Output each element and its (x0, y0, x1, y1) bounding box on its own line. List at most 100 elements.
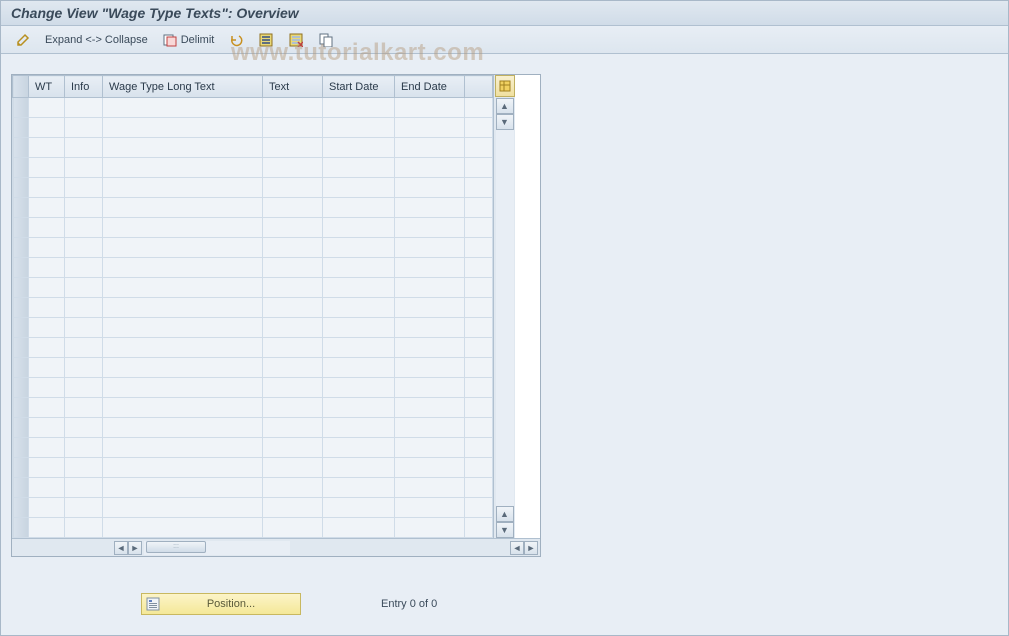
cell-start-date[interactable] (323, 198, 395, 218)
table-row[interactable] (13, 398, 493, 418)
hscroll-left-end-button[interactable]: ◄ (510, 541, 524, 555)
cell-start-date[interactable] (323, 238, 395, 258)
cell-info[interactable] (65, 438, 103, 458)
table-row[interactable] (13, 458, 493, 478)
cell-wt[interactable] (29, 138, 65, 158)
cell-end-date[interactable] (395, 478, 465, 498)
row-selector[interactable] (13, 238, 29, 258)
row-selector[interactable] (13, 518, 29, 538)
cell-end-date[interactable] (395, 338, 465, 358)
cell-end-date[interactable] (395, 398, 465, 418)
cell-long-text[interactable] (103, 478, 263, 498)
cell-wt[interactable] (29, 158, 65, 178)
cell-wt[interactable] (29, 198, 65, 218)
cell-long-text[interactable] (103, 418, 263, 438)
cell-text[interactable] (263, 318, 323, 338)
cell-wt[interactable] (29, 338, 65, 358)
cell-long-text[interactable] (103, 318, 263, 338)
cell-end-date[interactable] (395, 198, 465, 218)
cell-text[interactable] (263, 358, 323, 378)
row-selector[interactable] (13, 438, 29, 458)
row-selector[interactable] (13, 318, 29, 338)
cell-end-date[interactable] (395, 438, 465, 458)
table-row[interactable] (13, 178, 493, 198)
cell-end-date[interactable] (395, 238, 465, 258)
cell-info[interactable] (65, 518, 103, 538)
col-long-text[interactable]: Wage Type Long Text (103, 76, 263, 98)
cell-text[interactable] (263, 398, 323, 418)
cell-start-date[interactable] (323, 98, 395, 118)
cell-text[interactable] (263, 458, 323, 478)
cell-info[interactable] (65, 378, 103, 398)
table-row[interactable] (13, 238, 493, 258)
cell-start-date[interactable] (323, 158, 395, 178)
cell-wt[interactable] (29, 298, 65, 318)
row-selector[interactable] (13, 258, 29, 278)
cell-long-text[interactable] (103, 298, 263, 318)
delimit-button[interactable]: Delimit (158, 30, 219, 50)
cell-info[interactable] (65, 218, 103, 238)
select-all-button[interactable] (254, 30, 278, 50)
cell-long-text[interactable] (103, 138, 263, 158)
cell-end-date[interactable] (395, 358, 465, 378)
cell-end-date[interactable] (395, 178, 465, 198)
row-selector[interactable] (13, 378, 29, 398)
table-row[interactable] (13, 278, 493, 298)
cell-end-date[interactable] (395, 498, 465, 518)
hscroll-thumb[interactable]: ::: (146, 541, 206, 553)
cell-start-date[interactable] (323, 378, 395, 398)
col-wt[interactable]: WT (29, 76, 65, 98)
cell-text[interactable] (263, 278, 323, 298)
table-row[interactable] (13, 418, 493, 438)
copy-button[interactable] (314, 30, 338, 50)
cell-wt[interactable] (29, 398, 65, 418)
col-end-date[interactable]: End Date (395, 76, 465, 98)
cell-wt[interactable] (29, 218, 65, 238)
cell-long-text[interactable] (103, 458, 263, 478)
hscroll-right-end-button[interactable]: ► (524, 541, 538, 555)
table-row[interactable] (13, 378, 493, 398)
cell-end-date[interactable] (395, 118, 465, 138)
cell-long-text[interactable] (103, 98, 263, 118)
cell-wt[interactable] (29, 118, 65, 138)
cell-text[interactable] (263, 118, 323, 138)
table-row[interactable] (13, 298, 493, 318)
row-selector[interactable] (13, 158, 29, 178)
cell-end-date[interactable] (395, 258, 465, 278)
cell-wt[interactable] (29, 278, 65, 298)
cell-start-date[interactable] (323, 118, 395, 138)
cell-wt[interactable] (29, 178, 65, 198)
cell-info[interactable] (65, 458, 103, 478)
cell-start-date[interactable] (323, 418, 395, 438)
cell-long-text[interactable] (103, 178, 263, 198)
cell-info[interactable] (65, 418, 103, 438)
cell-start-date[interactable] (323, 318, 395, 338)
cell-text[interactable] (263, 98, 323, 118)
table-row[interactable] (13, 478, 493, 498)
cell-wt[interactable] (29, 478, 65, 498)
cell-wt[interactable] (29, 258, 65, 278)
expand-collapse-button[interactable]: Expand <-> Collapse (41, 32, 152, 48)
row-selector[interactable] (13, 278, 29, 298)
table-row[interactable] (13, 498, 493, 518)
cell-long-text[interactable] (103, 378, 263, 398)
row-selector[interactable] (13, 358, 29, 378)
hscroll-track[interactable]: ::: (144, 541, 290, 555)
cell-long-text[interactable] (103, 238, 263, 258)
cell-info[interactable] (65, 338, 103, 358)
scroll-up-button[interactable]: ▲ (496, 98, 514, 114)
cell-info[interactable] (65, 258, 103, 278)
deselect-all-button[interactable] (284, 30, 308, 50)
table-row[interactable] (13, 98, 493, 118)
cell-text[interactable] (263, 218, 323, 238)
position-button[interactable]: Position... (141, 593, 301, 615)
cell-end-date[interactable] (395, 318, 465, 338)
table-row[interactable] (13, 138, 493, 158)
cell-end-date[interactable] (395, 298, 465, 318)
cell-end-date[interactable] (395, 378, 465, 398)
col-text[interactable]: Text (263, 76, 323, 98)
row-selector[interactable] (13, 118, 29, 138)
cell-long-text[interactable] (103, 498, 263, 518)
cell-info[interactable] (65, 478, 103, 498)
cell-long-text[interactable] (103, 198, 263, 218)
